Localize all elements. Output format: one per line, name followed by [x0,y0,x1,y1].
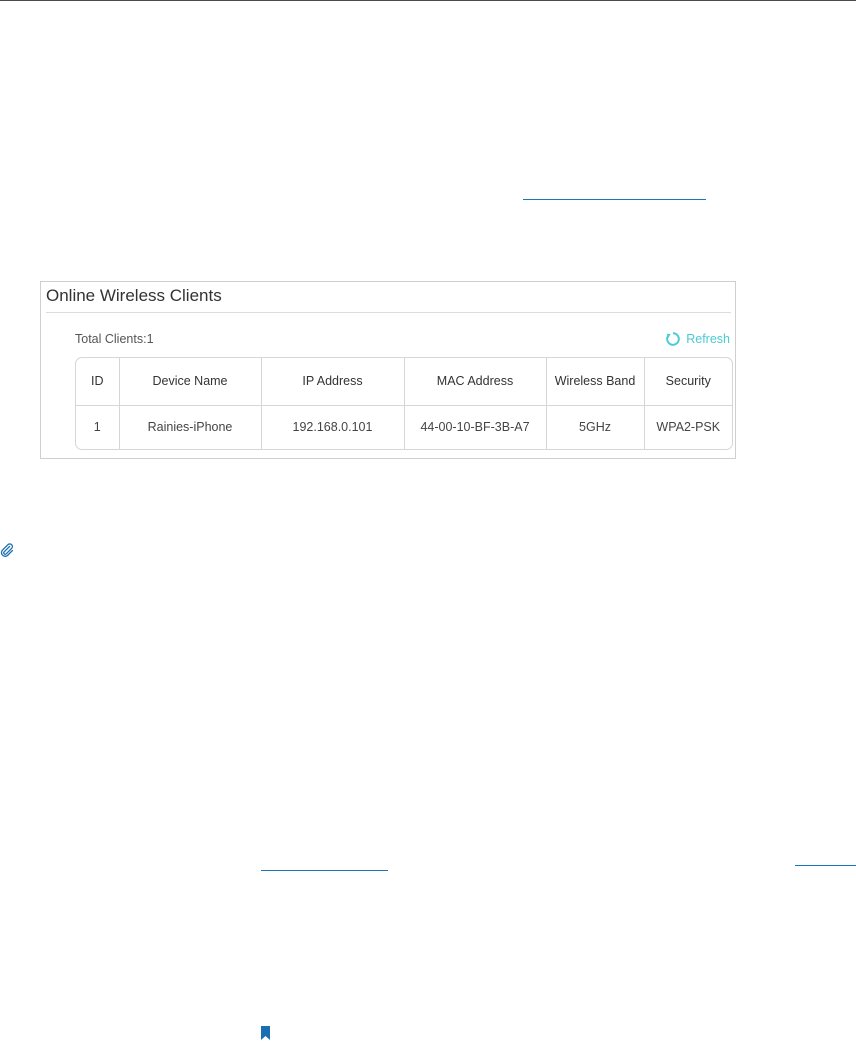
link-underline[interactable] [261,870,388,871]
column-header-device-name: Device Name [119,358,262,406]
clients-table: ID Device Name IP Address MAC Address Wi… [75,357,733,450]
table-row: 1 Rainies-iPhone 192.168.0.101 44-00-10-… [76,405,732,449]
bookmark-icon [261,1026,270,1045]
column-header-wireless-band: Wireless Band [546,358,645,406]
refresh-button[interactable]: Refresh [665,331,730,347]
link-underline[interactable] [523,199,706,200]
table-header-row: ID Device Name IP Address MAC Address Wi… [76,358,732,406]
cell-wireless-band: 5GHz [546,405,645,449]
column-header-mac-address: MAC Address [404,358,547,406]
cell-ip-address: 192.168.0.101 [261,405,405,449]
total-clients-label: Total Clients: [75,332,147,346]
total-clients-value: 1 [146,332,154,346]
top-rule [0,0,856,1]
cell-mac-address: 44-00-10-BF-3B-A7 [404,405,547,449]
refresh-label: Refresh [686,332,730,346]
panel-title: Online Wireless Clients [46,286,222,305]
online-wireless-clients-panel: Online Wireless Clients Total Clients: 1 … [40,281,736,459]
column-header-id: ID [76,358,120,406]
column-header-ip-address: IP Address [261,358,405,406]
link-underline[interactable] [795,865,856,866]
cell-device-name: Rainies-iPhone [119,405,262,449]
paperclip-icon [0,543,14,562]
refresh-icon [666,332,680,346]
column-header-security: Security [644,358,732,406]
cell-security: WPA2-PSK [656,420,721,435]
total-clients: Total Clients:1 [75,332,154,346]
panel-divider [46,312,731,313]
cell-id: 1 [76,405,120,449]
